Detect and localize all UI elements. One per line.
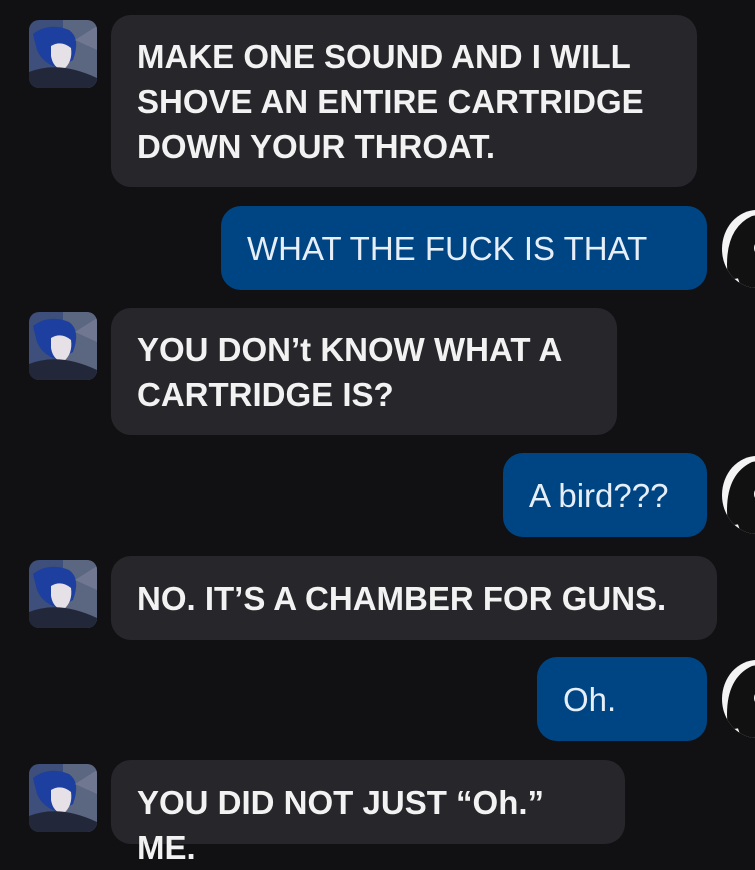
message-row: WHAT THE FUCK IS THAT: [0, 200, 755, 300]
message-text: A bird???: [529, 477, 669, 514]
incoming-message-bubble[interactable]: MAKE ONE SOUND AND I WILL SHOVE AN ENTIR…: [111, 15, 697, 187]
message-row: A bird???: [0, 450, 755, 550]
outgoing-message-bubble[interactable]: A bird???: [503, 453, 707, 537]
contact-avatar-icon[interactable]: [29, 560, 97, 628]
contact-avatar-icon[interactable]: [29, 312, 97, 380]
contact-avatar-icon[interactable]: [29, 20, 97, 88]
message-row: NO. IT’S A CHAMBER FOR GUNS.: [0, 550, 755, 650]
user-avatar-icon[interactable]: [722, 210, 755, 288]
incoming-message-bubble[interactable]: YOU DID NOT JUST “Oh.” ME.: [111, 760, 625, 866]
outgoing-message-bubble[interactable]: WHAT THE FUCK IS THAT: [221, 206, 707, 290]
user-avatar-icon[interactable]: [722, 456, 755, 534]
outgoing-message-bubble[interactable]: Oh.: [537, 657, 707, 741]
message-text: NO. IT’S A CHAMBER FOR GUNS.: [137, 580, 667, 617]
message-text: Oh.: [563, 681, 617, 718]
message-row: YOU DON’t KNOW WHAT A CARTRIDGE IS?: [0, 300, 755, 450]
message-row: YOU DID NOT JUST “Oh.” ME.: [0, 750, 755, 866]
message-text: MAKE ONE SOUND AND I WILL SHOVE AN ENTIR…: [137, 38, 644, 165]
message-text: YOU DID NOT JUST “Oh.” ME.: [137, 784, 545, 866]
message-row: Oh.: [0, 650, 755, 750]
message-text: YOU DON’t KNOW WHAT A CARTRIDGE IS?: [137, 331, 563, 413]
incoming-message-bubble[interactable]: NO. IT’S A CHAMBER FOR GUNS.: [111, 556, 717, 640]
incoming-message-bubble[interactable]: YOU DON’t KNOW WHAT A CARTRIDGE IS?: [111, 308, 617, 435]
message-row: MAKE ONE SOUND AND I WILL SHOVE AN ENTIR…: [0, 0, 755, 200]
user-avatar-icon[interactable]: [722, 660, 755, 738]
contact-avatar-icon[interactable]: [29, 764, 97, 832]
message-text: WHAT THE FUCK IS THAT: [247, 230, 648, 267]
